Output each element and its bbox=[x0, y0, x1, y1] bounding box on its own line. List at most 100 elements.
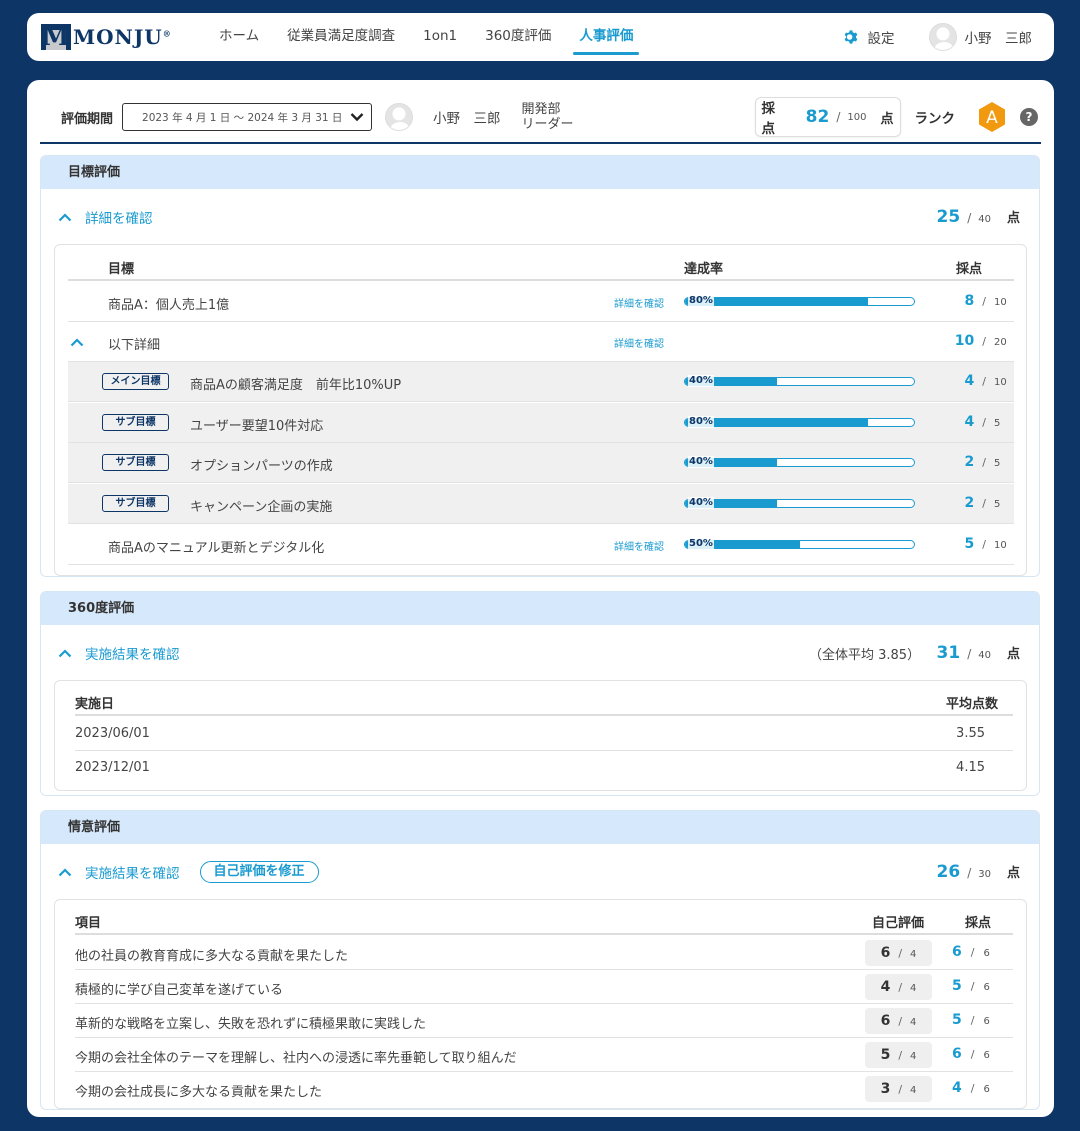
nav-hr-evaluation[interactable]: 人事評価 bbox=[565, 13, 647, 61]
progress-label: 80% bbox=[688, 295, 714, 307]
goal-section-title: 目標評価 bbox=[41, 156, 1039, 189]
goal-sub-row: サブ目標 オプションパーツの作成 40% 2/5 bbox=[68, 443, 1014, 483]
goal-total-max: 40 bbox=[978, 214, 991, 225]
item-score: 5/6 bbox=[952, 1012, 990, 1028]
goal-score: 4/5 bbox=[964, 414, 1001, 430]
employee-role: リーダー bbox=[521, 117, 574, 132]
table-row: 今期の会社成長に多大なる貢献を果たした 3/4 4/6 bbox=[75, 1072, 1013, 1106]
score-unit: 点 bbox=[880, 111, 894, 127]
col-goal: 目標 bbox=[108, 262, 135, 277]
review-360-unit: 点 bbox=[1006, 647, 1020, 662]
item-label: 他の社員の教育育成に多大なる貢献を果たした bbox=[75, 949, 349, 964]
col-self-evaluation: 自己評価 bbox=[872, 916, 925, 931]
goal-tag-badge: サブ目標 bbox=[102, 454, 169, 471]
goal-score: 5/10 bbox=[964, 536, 1007, 552]
chevron-down-icon bbox=[350, 113, 364, 122]
goal-detail-link[interactable]: 詳細を確認 bbox=[614, 538, 664, 553]
goal-score: 2/5 bbox=[964, 454, 1001, 470]
progress-label: 40% bbox=[688, 456, 714, 468]
review-360-table: 実施日 平均点数 2023/06/01 3.55 2023/12/01 4.15 bbox=[54, 680, 1027, 791]
self-evaluation-value: 3/4 bbox=[865, 1076, 932, 1102]
item-score: 4/6 bbox=[952, 1080, 990, 1096]
attitude-table-header: 項目 自己評価 採点 bbox=[75, 912, 1013, 935]
attitude-evaluation-section: 情意評価 実施結果を確認 自己評価を修正 26/30 点 項目 自己評価 採点 他… bbox=[40, 810, 1040, 1110]
attitude-total-max: 30 bbox=[978, 869, 991, 880]
nav-1on1[interactable]: 1on1 bbox=[409, 13, 471, 61]
period-value: 2023 年 4 月 1 日 〜 2024 年 3 月 31 日 bbox=[142, 111, 343, 124]
score-label: 採点 bbox=[761, 101, 776, 137]
table-row: 2023/06/01 3.55 bbox=[75, 717, 1013, 751]
attitude-total-score: 26 bbox=[936, 862, 961, 882]
chevron-up-icon[interactable] bbox=[58, 212, 72, 222]
evaluation-header: 評価期間 2023 年 4 月 1 日 〜 2024 年 3 月 31 日 小野… bbox=[40, 92, 1041, 144]
item-score: 6/6 bbox=[952, 944, 990, 960]
goal-sub-row: サブ目標 ユーザー要望10件対応 80% 4/5 bbox=[68, 403, 1014, 443]
review-date: 2023/06/01 bbox=[75, 726, 150, 741]
review-average: 4.15 bbox=[956, 760, 985, 775]
goal-label: キャンペーン企画の実施 bbox=[190, 500, 333, 515]
goal-sub-row: メイン目標 商品Aの顧客満足度 前年比10%UP 40% 4/10 bbox=[68, 362, 1014, 402]
table-row: 他の社員の教育育成に多大なる貢献を果たした 6/4 6/6 bbox=[75, 936, 1013, 970]
registered-mark: ® bbox=[162, 28, 172, 39]
review-360-total-max: 40 bbox=[978, 650, 991, 661]
attitude-section-title: 情意評価 bbox=[41, 811, 1039, 844]
goal-group-row: 以下詳細 詳細を確認 10/20 bbox=[68, 322, 1014, 362]
goal-toggle-details[interactable]: 詳細を確認 bbox=[85, 207, 153, 227]
attitude-toggle[interactable]: 実施結果を確認 bbox=[85, 862, 180, 882]
goal-label: ユーザー要望10件対応 bbox=[190, 419, 324, 434]
nav-home[interactable]: ホーム bbox=[205, 13, 273, 61]
progress-label: 40% bbox=[688, 497, 714, 509]
user-menu[interactable]: 小野 三郎 bbox=[928, 23, 1033, 51]
goal-score: 8/10 bbox=[964, 293, 1007, 309]
employee-avatar bbox=[385, 103, 414, 131]
period-select[interactable]: 2023 年 4 月 1 日 〜 2024 年 3 月 31 日 bbox=[122, 103, 373, 131]
help-icon[interactable]: ? bbox=[1020, 108, 1038, 126]
goal-label: 商品A：個人売上1億 bbox=[108, 298, 230, 313]
goal-table-header: 目標 達成率 採点 bbox=[68, 258, 1014, 281]
progress-bar bbox=[684, 540, 915, 549]
employee-name: 小野 三郎 bbox=[433, 111, 501, 127]
item-label: 今期の会社全体のテーマを理解し、社内への浸透に率先垂範して取り組んだ bbox=[75, 1051, 517, 1066]
progress-bar bbox=[684, 297, 915, 306]
table-row: 2023/12/01 4.15 bbox=[75, 751, 1013, 785]
nav-links: ホーム 従業員満足度調査 1on1 360度評価 人事評価 bbox=[205, 13, 647, 61]
review-360-table-header: 実施日 平均点数 bbox=[75, 693, 1013, 716]
nav-360-review[interactable]: 360度評価 bbox=[471, 13, 565, 61]
goal-detail-link[interactable]: 詳細を確認 bbox=[614, 335, 664, 350]
item-score: 5/6 bbox=[952, 978, 990, 994]
goal-total: 25/40 点 bbox=[936, 207, 1020, 227]
goal-score: 10/20 bbox=[954, 333, 1007, 349]
col-achievement: 達成率 bbox=[684, 262, 724, 277]
goal-label: オプションパーツの作成 bbox=[190, 459, 333, 474]
goal-tag-badge: メイン目標 bbox=[102, 373, 169, 390]
settings-button[interactable]: 設定 bbox=[843, 27, 895, 47]
rank-value: A bbox=[986, 108, 998, 128]
attitude-total: 26/30 点 bbox=[936, 862, 1020, 882]
col-average: 平均点数 bbox=[945, 697, 998, 712]
goal-detail-link[interactable]: 詳細を確認 bbox=[614, 295, 664, 310]
col-score: 採点 bbox=[965, 916, 992, 931]
progress-bar bbox=[684, 418, 915, 427]
user-name: 小野 三郎 bbox=[964, 31, 1033, 47]
item-label: 今期の会社成長に多大なる貢献を果たした bbox=[75, 1085, 323, 1100]
goal-tag-badge: サブ目標 bbox=[102, 495, 169, 512]
self-evaluation-value: 6/4 bbox=[865, 1008, 932, 1034]
chevron-up-icon[interactable] bbox=[58, 648, 72, 658]
nav-employee-satisfaction[interactable]: 従業員満足度調査 bbox=[273, 13, 409, 61]
employee-department: 開発部 bbox=[521, 102, 561, 117]
review-360-toggle[interactable]: 実施結果を確認 bbox=[85, 643, 180, 663]
chevron-up-icon[interactable] bbox=[58, 867, 72, 877]
gear-icon bbox=[844, 30, 857, 44]
progress-label: 50% bbox=[688, 538, 714, 550]
avatar bbox=[928, 23, 957, 51]
item-label: 積極的に学び自己変革を遂げている bbox=[75, 983, 284, 998]
self-evaluation-value: 5/4 bbox=[865, 1042, 932, 1068]
attitude-unit: 点 bbox=[1006, 866, 1020, 881]
review-date: 2023/12/01 bbox=[75, 760, 150, 775]
goal-table: 目標 達成率 採点 商品A：個人売上1億 詳細を確認 80% 8/10 以下詳細… bbox=[54, 244, 1027, 576]
chevron-up-icon[interactable] bbox=[70, 338, 84, 347]
goal-label: 以下詳細 bbox=[108, 338, 161, 353]
monju-logo[interactable]: M MONJU® bbox=[41, 24, 191, 50]
col-score: 採点 bbox=[956, 262, 983, 277]
edit-self-evaluation-button[interactable]: 自己評価を修正 bbox=[199, 861, 319, 883]
